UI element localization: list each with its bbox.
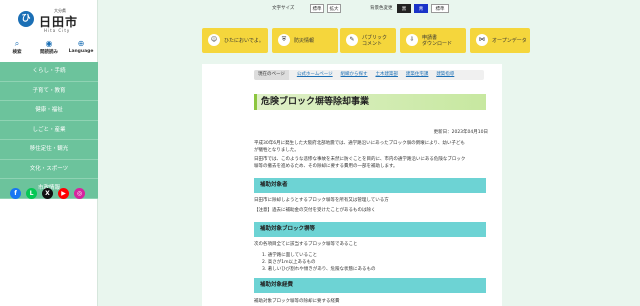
target-text: 日田市に除却しようとするブロック塀等を所有又は管理している方 <box>254 198 389 203</box>
reading-label: 閲読読み <box>40 50 58 55</box>
target-note: 【注意】過去に補助金の交付を受けたことがあるものは除く <box>254 208 376 213</box>
quick-link-hita[interactable]: ☺ ひたにおいでよ。 <box>202 28 268 53</box>
quick-link-public-comment[interactable]: ✎ パブリック コメント <box>340 28 396 53</box>
logo-english-name: Hita City <box>44 28 71 33</box>
breadcrumb-link[interactable]: 組織から探す <box>341 70 368 80</box>
download-icon: ⇩ <box>406 34 418 46</box>
intro-line: が犠牲となりました。 <box>254 148 299 153</box>
instagram-icon[interactable]: ◎ <box>74 188 85 199</box>
quick-link-download[interactable]: ⇩ 申請書 ダウンロード <box>400 28 466 53</box>
x-icon[interactable]: X <box>42 188 53 199</box>
wall-intro: 次の各項目全てに該当するブロック塀等であること <box>254 242 358 247</box>
font-size-label: 文字サイズ <box>272 6 295 11</box>
quick-link-label: オープンデータ <box>492 37 527 44</box>
search-label: 検索 <box>12 50 22 55</box>
reading-icon: ◉ <box>45 39 53 48</box>
updated-date: 更新日：2023年04月10日 <box>433 130 488 135</box>
sidebar-item-work[interactable]: しごと・産業 <box>0 121 98 140</box>
search-button[interactable]: ⌕ 検索 <box>2 38 32 55</box>
language-label: Language <box>68 49 94 54</box>
face-icon: ☺ <box>208 34 220 46</box>
reading-button[interactable]: ◉ 閲読読み <box>34 38 64 55</box>
wall-list-item: 3. 著しいひび割れや傾きがあり、危険な状態にあるもの <box>262 267 376 272</box>
wall-list-item: 1. 通学路に面していること <box>262 253 318 258</box>
facebook-icon[interactable]: f <box>10 188 21 199</box>
intro-line: 平成30年6月に発生した大阪府北部地震では、通学路沿いにあったブロック塀の倒壊に… <box>254 141 465 146</box>
wall-list-item: 2. 高さが1m以上あるもの <box>262 260 316 265</box>
top-bar: 文字サイズ 標準 拡大 背景色変更 黒 青 標準 <box>98 0 640 20</box>
page-title: 危険ブロック塀等除却事業 <box>254 94 486 110</box>
network-icon: ⋈ <box>476 34 488 46</box>
bg-black-button[interactable]: 黒 <box>397 4 411 13</box>
quick-link-open-data[interactable]: ⋈ オープンデータ <box>470 28 530 53</box>
quick-link-label: パブリック コメント <box>362 34 388 47</box>
breadcrumb-link[interactable]: 建築指導 <box>436 70 454 80</box>
main-content: 現在のページ 公式ホームページ 組織から探す 土木建築部 建築住宅課 建築指導 … <box>202 64 502 306</box>
bg-blue-button[interactable]: 青 <box>414 4 428 13</box>
bg-standard-button[interactable]: 標準 <box>431 4 449 13</box>
breadcrumb: 現在のページ 公式ホームページ 組織から探す 土木建築部 建築住宅課 建築指導 <box>254 70 484 80</box>
sns-links: f L X ▶ ◎ <box>10 188 90 200</box>
section-heading-cost: 補助対象経費 <box>254 278 486 293</box>
sidebar-item-living[interactable]: くらし・手続 <box>0 62 98 82</box>
breadcrumb-current-label: 現在のページ <box>254 70 289 80</box>
intro-line: 塀等の撤去を進めるため、その除却に要する費用の一部を補助します。 <box>254 164 398 169</box>
section-heading-wall: 補助対象ブロック塀等 <box>254 222 486 237</box>
sidebar-item-tourism[interactable]: 移住定住・観光 <box>0 140 98 160</box>
sidebar-item-health[interactable]: 健康・福祉 <box>0 101 98 121</box>
sidebar: ひ 大分県 日田市 Hita City ⌕ 検索 ◉ 閲読読み ⊕ Langua… <box>0 0 98 306</box>
font-large-button[interactable]: 拡大 <box>327 4 341 13</box>
shield-icon: ⛨ <box>278 34 290 46</box>
breadcrumb-link[interactable]: 土木建築部 <box>375 70 398 80</box>
section-heading-target: 補助対象者 <box>254 178 486 193</box>
quick-link-label: 申請書 ダウンロード <box>422 34 453 47</box>
quick-link-label: ひたにおいでよ。 <box>224 37 264 44</box>
sidebar-menu: くらし・手続 子育て・教育 健康・福祉 しごと・産業 移住定住・観光 文化・スポ… <box>0 62 98 199</box>
site-logo[interactable]: ひ 大分県 日田市 Hita City <box>14 6 84 34</box>
language-button[interactable]: ⊕ Language <box>66 38 96 54</box>
language-icon: ⊕ <box>77 39 85 48</box>
youtube-icon[interactable]: ▶ <box>58 188 69 199</box>
font-standard-button[interactable]: 標準 <box>310 4 324 13</box>
breadcrumb-link[interactable]: 公式ホームページ <box>297 70 333 80</box>
comment-icon: ✎ <box>346 34 358 46</box>
city-emblem-icon: ひ <box>18 11 34 27</box>
sidebar-item-childcare[interactable]: 子育て・教育 <box>0 82 98 101</box>
intro-line: 日田市では、このような悲惨な事故を未然に防ぐことを目的に、市内の通学路沿いにある… <box>254 157 466 162</box>
sidebar-item-culture[interactable]: 文化・スポーツ <box>0 160 98 179</box>
sidebar-tools: ⌕ 検索 ◉ 閲読読み ⊕ Language <box>0 38 98 60</box>
cost-text: 補助対象ブロック塀等の除却に要する経費 <box>254 299 340 304</box>
bg-color-label: 背景色変更 <box>370 6 393 11</box>
search-icon: ⌕ <box>14 39 20 48</box>
quick-link-label: 防災情報 <box>294 37 315 44</box>
line-icon[interactable]: L <box>26 188 37 199</box>
breadcrumb-link[interactable]: 建築住宅課 <box>406 70 429 80</box>
quick-link-disaster[interactable]: ⛨ 防災情報 <box>272 28 338 53</box>
